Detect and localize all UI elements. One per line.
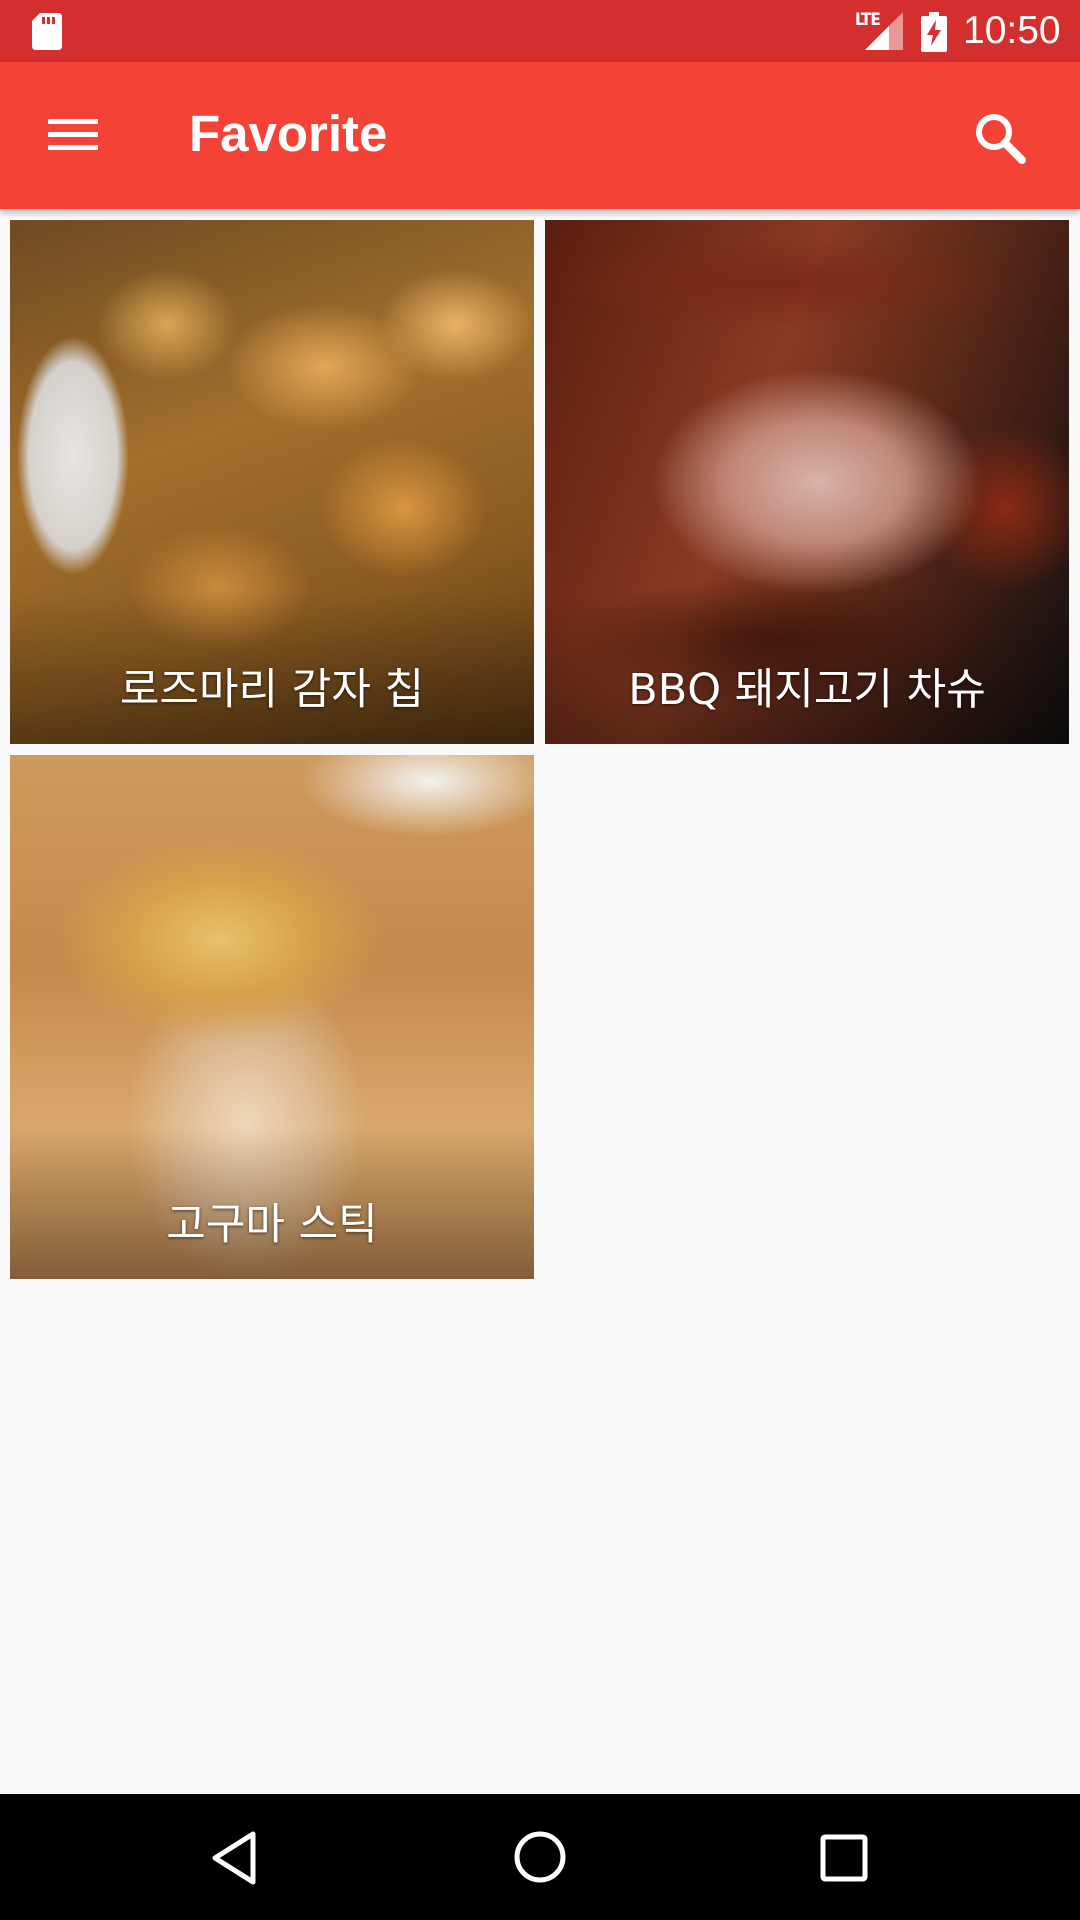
favorite-card-rosemary-potato-chips[interactable]: 로즈마리 감자 칩 bbox=[10, 220, 534, 744]
card-title: 고구마 스틱 bbox=[166, 1200, 378, 1250]
favorite-card-bbq-pork-chashu[interactable]: BBQ 돼지고기 차슈 bbox=[545, 220, 1069, 744]
status-bar: LTE 10:50 bbox=[0, 0, 1080, 62]
card-title: BBQ 돼지고기 차슈 bbox=[628, 665, 986, 715]
status-time: 10:50 bbox=[963, 9, 1061, 52]
page-title: Favorite bbox=[189, 105, 388, 162]
home-icon[interactable] bbox=[513, 1830, 567, 1884]
navigation-bar bbox=[0, 1794, 1080, 1920]
card-title: 로즈마리 감자 칩 bbox=[119, 665, 425, 715]
recent-apps-icon[interactable] bbox=[820, 1834, 868, 1882]
search-icon bbox=[976, 114, 1026, 164]
sd-card-icon bbox=[32, 13, 62, 50]
menu-button[interactable] bbox=[40, 107, 106, 163]
lte-signal-icon bbox=[865, 12, 903, 50]
battery-charging-icon bbox=[921, 12, 947, 52]
search-button[interactable] bbox=[968, 106, 1034, 172]
app-bar: Favorite bbox=[0, 62, 1080, 209]
favorite-card-sweet-potato-sticks[interactable]: 고구마 스틱 bbox=[10, 755, 534, 1279]
back-icon[interactable] bbox=[209, 1830, 259, 1886]
